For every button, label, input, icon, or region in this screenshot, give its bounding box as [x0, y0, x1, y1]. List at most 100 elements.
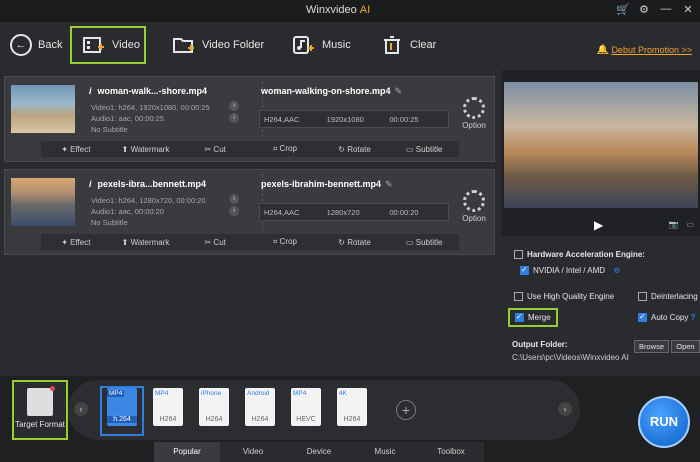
back-button[interactable]: ← Back: [10, 30, 62, 60]
add-video-button[interactable]: Video: [70, 26, 146, 64]
format-item[interactable]: 4K H264: [332, 388, 372, 434]
target-format-icon: [27, 386, 55, 416]
subtitle-button[interactable]: ▭ Subtitle: [389, 238, 459, 247]
format-item[interactable]: Android H264: [240, 388, 280, 434]
tab-video[interactable]: Video: [220, 442, 286, 462]
format-bottom-label: HEVC: [296, 416, 316, 423]
watermark-button[interactable]: ⬆ Watermark: [111, 145, 181, 154]
play-icon[interactable]: ▶: [594, 218, 603, 232]
auto-copy-checkbox[interactable]: [638, 312, 647, 323]
option-label: Option: [462, 121, 486, 130]
option-button[interactable]: Option: [457, 190, 491, 223]
add-music-button[interactable]: Music: [292, 30, 351, 60]
video-info-icon[interactable]: i: [229, 101, 239, 111]
high-quality-checkbox[interactable]: [514, 292, 523, 302]
rotate-button[interactable]: ↻ Rotate: [320, 238, 390, 247]
source-file-name: i pexels-ibra...bennett.mp4: [89, 179, 206, 189]
hardware-acceleration-checkbox[interactable]: [514, 250, 523, 260]
output-folder-label: Output Folder:: [512, 340, 568, 349]
browse-button[interactable]: Browse: [634, 340, 670, 353]
edit-icon[interactable]: ✎: [395, 86, 403, 96]
video-item[interactable]: i pexels-ibra...bennett.mp4 Video1: h264,…: [4, 169, 495, 255]
format-item[interactable]: iPhone H264: [194, 388, 234, 434]
merge-row[interactable]: Merge: [508, 307, 558, 328]
gpu-settings-icon[interactable]: ⚙: [613, 266, 620, 275]
rotate-label: Rotate: [347, 237, 371, 247]
cut-button[interactable]: ✂ Cut: [180, 145, 250, 154]
video-list: i woman-walk...-shore.mp4 Video1: h264, 1…: [4, 74, 498, 260]
rotate-button[interactable]: ↻ Rotate: [320, 145, 390, 154]
format-bottom-label: H264: [251, 416, 269, 423]
output-file-name[interactable]: pexels-ibrahim-bennett.mp4 ✎: [261, 179, 393, 190]
format-item[interactable]: MP4 H264: [148, 388, 188, 434]
close-icon[interactable]: ✕: [682, 3, 694, 16]
format-tabs: Popular Video Device Music Toolbox: [154, 442, 484, 462]
hardware-acceleration-label: Hardware Acceleration Engine:: [527, 250, 645, 259]
run-button[interactable]: RUN: [638, 396, 690, 448]
format-bottom-label: H264: [159, 416, 177, 423]
video-item[interactable]: i woman-walk...-shore.mp4 Video1: h264, 1…: [4, 76, 495, 162]
tab-music[interactable]: Music: [352, 442, 418, 462]
info-icon[interactable]: i: [89, 179, 92, 189]
bell-icon: 🔔: [597, 44, 609, 54]
crop-button[interactable]: ⌗ Crop: [250, 237, 320, 247]
cut-button[interactable]: ✂ Cut: [180, 238, 250, 247]
carousel-next-icon[interactable]: ›: [558, 402, 572, 416]
video-label: Video: [112, 39, 140, 51]
folder-icon[interactable]: ▭: [686, 220, 694, 229]
snapshot-icon[interactable]: 📷: [668, 220, 678, 229]
option-button[interactable]: Option: [457, 97, 491, 130]
hardware-acceleration-row[interactable]: Hardware Acceleration Engine:: [514, 250, 645, 260]
debut-promotion-link[interactable]: 🔔 Debut Promotion >>: [597, 44, 692, 55]
auto-copy-row[interactable]: Auto Copy ?: [638, 312, 696, 323]
video-thumbnail[interactable]: [11, 178, 75, 226]
effect-button[interactable]: ✦ Effect: [41, 238, 111, 247]
app-window: Winxvideo AI 🛒 ⚙ — ✕ ← Back Video Video F…: [0, 0, 700, 462]
trash-icon: [380, 34, 404, 56]
format-item[interactable]: MP4 HEVC: [286, 388, 326, 434]
format-item[interactable]: MP4 h.264: [100, 386, 144, 436]
preview-panel: ▶ 📷 ▭: [502, 70, 700, 236]
effect-button[interactable]: ✦ Effect: [41, 145, 111, 154]
video-info-icon[interactable]: i: [229, 194, 239, 204]
format-top-label: MP4: [155, 390, 169, 397]
audio-info-icon[interactable]: i: [229, 113, 239, 123]
edit-icon[interactable]: ✎: [385, 179, 393, 189]
gpu-row[interactable]: NVIDIA / Intel / AMD ⚙: [520, 265, 620, 276]
info-icon[interactable]: i: [89, 86, 92, 96]
add-video-folder-button[interactable]: Video Folder: [172, 30, 264, 60]
audio-info-icon[interactable]: i: [229, 206, 239, 216]
clear-button[interactable]: Clear: [380, 30, 436, 60]
tab-device[interactable]: Device: [286, 442, 352, 462]
format-top-label: MP4: [293, 390, 307, 397]
watermark-label: Watermark: [130, 237, 170, 247]
minimize-icon[interactable]: —: [660, 3, 672, 16]
open-button[interactable]: Open: [671, 340, 700, 353]
tab-toolbox[interactable]: Toolbox: [418, 442, 484, 462]
crop-button[interactable]: ⌗ Crop: [250, 144, 320, 154]
edit-toolbar: ✦ Effect ⬆ Watermark ✂ Cut ⌗ Crop ↻ Rota…: [41, 234, 459, 250]
add-format-icon[interactable]: +: [396, 400, 416, 420]
high-quality-row[interactable]: Use High Quality Engine: [514, 292, 614, 302]
video-folder-label: Video Folder: [202, 39, 265, 51]
settings-panel: Hardware Acceleration Engine: NVIDIA / I…: [508, 240, 700, 375]
output-file-name[interactable]: woman-walking-on-shore.mp4 ✎: [261, 86, 402, 97]
subtitle-button[interactable]: ▭ Subtitle: [389, 145, 459, 154]
video-thumbnail[interactable]: [11, 85, 75, 133]
deinterlacing-row[interactable]: Deinterlacing: [638, 292, 698, 302]
merge-checkbox[interactable]: [515, 312, 524, 323]
gpu-checkbox[interactable]: [520, 265, 529, 276]
output-folder-buttons: Browse Open: [634, 340, 700, 353]
settings-icon[interactable]: ⚙: [638, 3, 650, 16]
carousel-prev-icon[interactable]: ‹: [74, 402, 88, 416]
help-icon[interactable]: ?: [691, 313, 696, 322]
tab-popular[interactable]: Popular: [154, 442, 220, 462]
video-track-info: Video1: h264, 1280x720, 00:00:20: [91, 196, 206, 205]
target-format-label: Target Format: [15, 420, 65, 429]
subtitle-label: Subtitle: [415, 237, 443, 247]
deinterlacing-checkbox[interactable]: [638, 292, 647, 302]
cart-icon[interactable]: 🛒: [616, 3, 630, 16]
watermark-button[interactable]: ⬆ Watermark: [111, 238, 181, 247]
target-format-button[interactable]: Target Format: [12, 380, 68, 440]
rotate-label: Rotate: [347, 144, 371, 154]
